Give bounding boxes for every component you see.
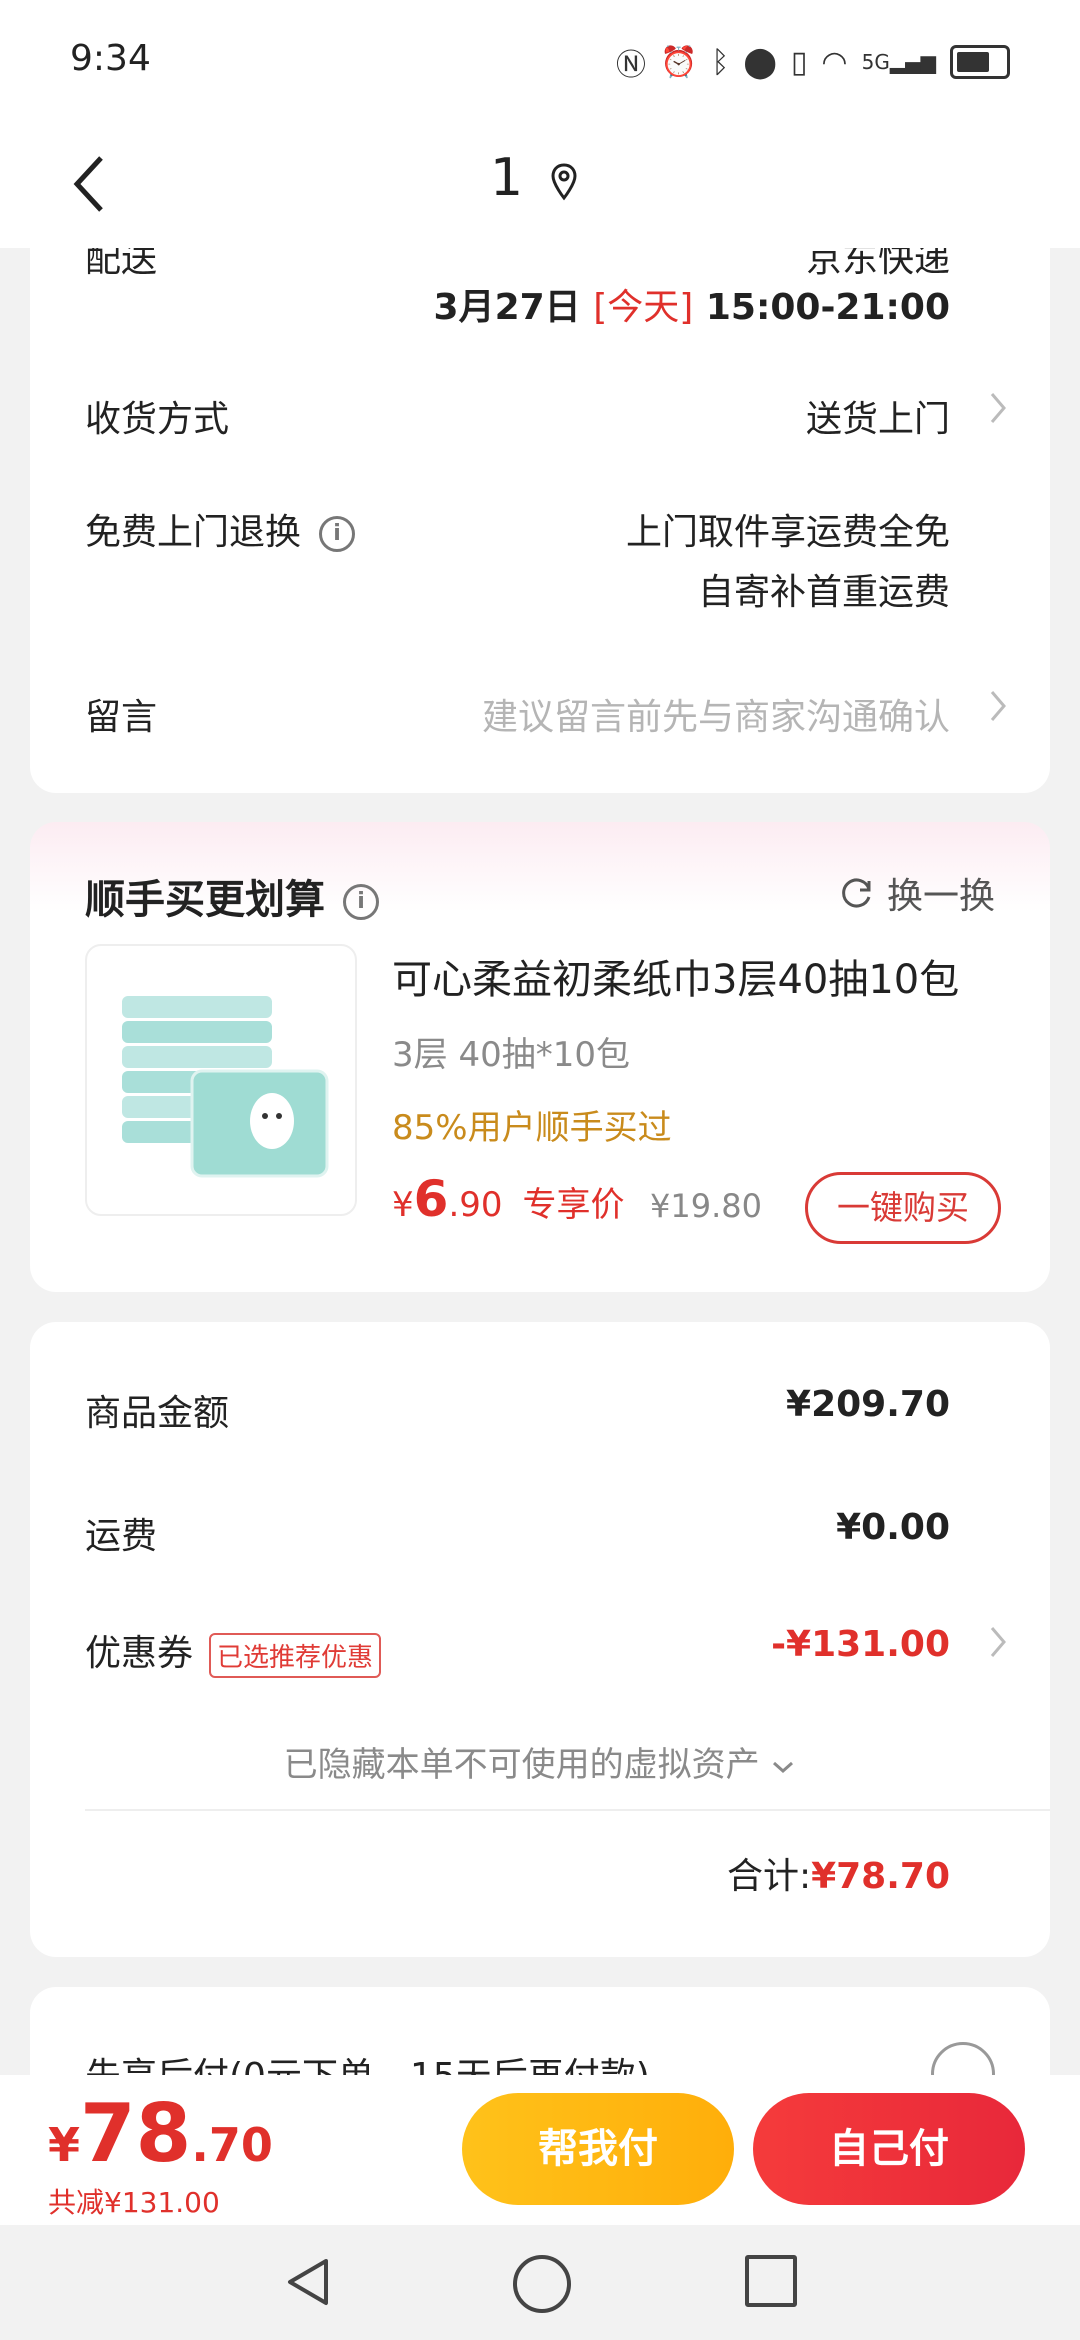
total: 合计:¥78.70 xyxy=(726,1856,950,1897)
chevron-right-icon[interactable] xyxy=(988,688,1010,724)
shipping-label: 运费 xyxy=(85,1516,158,1557)
product-price: ¥6.90 专享价 xyxy=(392,1170,625,1228)
delivery-label: 配送 xyxy=(85,248,158,280)
nav-back-icon[interactable] xyxy=(282,2255,336,2309)
chevron-right-icon[interactable] xyxy=(988,390,1010,426)
message-label: 留言 xyxy=(85,697,158,738)
product-spec: 3层 40抽*10包 xyxy=(392,1035,630,1075)
nav-home-icon[interactable] xyxy=(513,2255,571,2313)
receive-method-label: 收货方式 xyxy=(85,399,230,440)
original-price: ¥19.80 xyxy=(650,1187,762,1225)
shipping-value: ¥0.00 xyxy=(836,1507,950,1548)
info-icon[interactable]: i xyxy=(343,884,379,920)
chevron-down-icon xyxy=(773,1761,794,1774)
total-discount: 共减¥131.00 xyxy=(48,2186,220,2219)
location-pin-icon[interactable] xyxy=(550,162,578,202)
goods-amount-value: ¥209.70 xyxy=(786,1384,950,1425)
one-click-buy-button[interactable]: 一键购买 xyxy=(805,1172,1001,1244)
status-bar: 9:34 Ⓝ ⏰ ᛒ ⬤ ▯ ◠ 5G▂▄▆ xyxy=(0,0,1080,120)
status-time: 9:34 xyxy=(70,38,151,79)
coupon-value[interactable]: -¥131.00 xyxy=(771,1624,950,1665)
alarm-icon: ⏰ xyxy=(659,44,698,80)
system-nav-bar xyxy=(0,2225,1080,2340)
page-title: 1 xyxy=(490,148,524,208)
battery-icon xyxy=(950,45,1010,79)
product-note: 85%用户顺手买过 xyxy=(392,1108,672,1148)
coupon-tag: 已选推荐优惠 xyxy=(209,1632,382,1678)
delivery-time[interactable]: 3月27日 [今天] 15:00-21:00 xyxy=(434,278,950,330)
product-name[interactable]: 可心柔益初柔纸巾3层40抽10包 xyxy=(392,947,959,1005)
bluetooth-icon: ᛒ xyxy=(711,44,730,80)
status-icons: Ⓝ ⏰ ᛒ ⬤ ▯ ◠ 5G▂▄▆ xyxy=(616,40,1010,84)
free-return-label: 免费上门退换 i xyxy=(85,503,356,555)
addon-title: 顺手买更划算 i xyxy=(85,867,379,925)
bottom-pay-bar: ¥78.70 共减¥131.00 帮我付 自己付 xyxy=(0,2075,1080,2225)
addon-card: 顺手买更划算 i 换一换 可心柔益初柔纸巾3层40抽10包 3层 40抽*10包 … xyxy=(30,822,1050,1292)
hidden-assets-toggle[interactable]: 已隐藏本单不可使用的虚拟资产 xyxy=(30,1737,1050,1786)
delivery-carrier[interactable]: 京东快递 xyxy=(806,248,950,282)
signal-icon: 5G▂▄▆ xyxy=(861,50,936,74)
divider xyxy=(85,1809,1050,1811)
chevron-left-icon xyxy=(73,156,103,212)
delivery-card: 配送 京东快递 3月27日 [今天] 15:00-21:00 收货方式 送货上门… xyxy=(30,248,1050,793)
price-summary-card: 商品金额 ¥209.70 运费 ¥0.00 优惠券 已选推荐优惠 -¥131.00… xyxy=(30,1322,1050,1957)
location-status-icon: ⬤ xyxy=(743,44,777,80)
nfc-icon: Ⓝ xyxy=(615,48,646,83)
pay-total: ¥78.70 xyxy=(48,2087,273,2180)
coupon-label: 优惠券 已选推荐优惠 xyxy=(85,1624,382,1678)
receive-method-value[interactable]: 送货上门 xyxy=(806,390,950,442)
tissue-pack-image xyxy=(122,996,329,1178)
nav-recent-icon[interactable] xyxy=(745,2255,797,2307)
message-input[interactable]: 建议留言前先与商家沟通确认 xyxy=(482,688,950,740)
product-image[interactable] xyxy=(85,944,357,1216)
info-icon[interactable]: i xyxy=(319,516,356,552)
goods-amount-label: 商品金额 xyxy=(85,1393,230,1434)
wifi-icon: ◠ xyxy=(821,44,848,80)
swap-button[interactable]: 换一换 xyxy=(839,867,995,919)
header: 1 xyxy=(0,120,1080,248)
free-return-value: 上门取件享运费全免 自寄补首重运费 xyxy=(625,512,950,613)
refresh-icon xyxy=(842,878,871,908)
self-pay-button[interactable]: 自己付 xyxy=(753,2093,1025,2205)
vibrate-icon: ▯ xyxy=(790,44,808,80)
help-pay-button[interactable]: 帮我付 xyxy=(462,2093,734,2205)
back-button[interactable] xyxy=(58,144,118,224)
chevron-right-icon[interactable] xyxy=(988,1624,1010,1660)
